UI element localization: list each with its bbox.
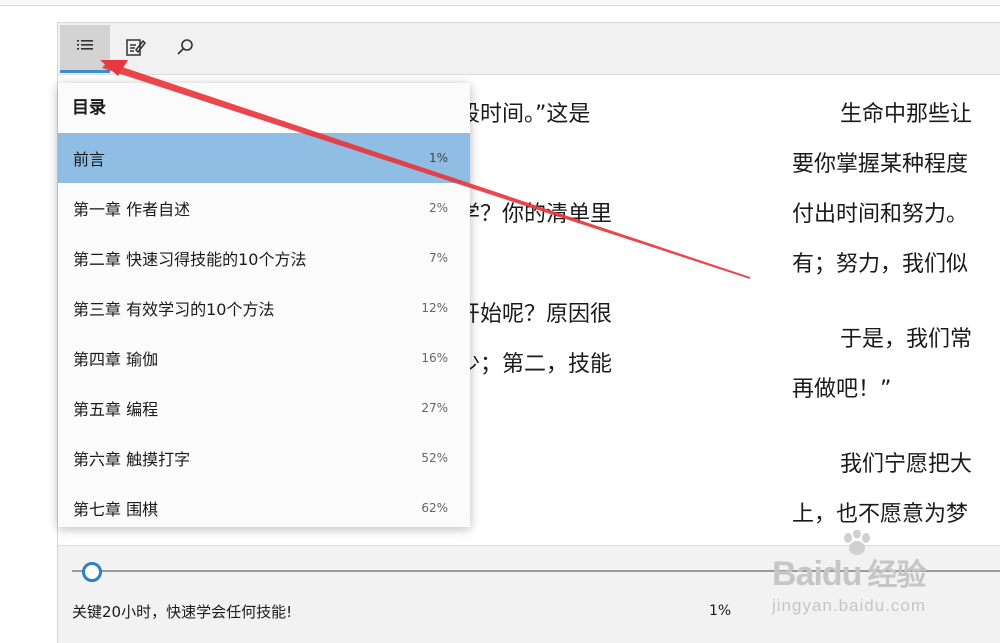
- toc-item-label: 第二章 快速习得技能的10个方法: [73, 250, 307, 269]
- text-line: 付出时间和努力。: [792, 202, 969, 227]
- toc-item-percent: 1%: [428, 151, 448, 165]
- notes-button[interactable]: [110, 25, 160, 73]
- text-line: 段时间。”这是: [458, 102, 591, 127]
- baidu-watermark: Baidu 经验 jingyan.baidu.com: [768, 530, 1000, 642]
- toc-item-percent: 62%: [421, 501, 448, 515]
- toc-item-label: 第一章 作者自述: [73, 200, 191, 219]
- toc-item-label: 第六章 触摸打字: [73, 450, 191, 469]
- watermark-logo-text: Baidu: [772, 555, 862, 593]
- text-line: 于是，我们常: [840, 327, 973, 352]
- toc-item-label: 前言: [73, 150, 106, 169]
- toc-title: 目录: [72, 98, 106, 118]
- watermark-logo: Baidu 经验: [772, 550, 926, 594]
- toc-item-percent: 16%: [421, 351, 448, 365]
- text-line: 少；第二，技能: [458, 352, 613, 377]
- text-line: 再做吧！”: [792, 377, 892, 402]
- toc-item-chapter-6[interactable]: 第六章 触摸打字 52%: [58, 433, 470, 483]
- search-icon: [174, 36, 196, 62]
- text-line: 开始呢？原因很: [458, 302, 613, 327]
- progress-percent: 1%: [709, 603, 732, 619]
- toc-item-percent: 12%: [421, 301, 448, 315]
- toc-item-percent: 52%: [421, 451, 448, 465]
- text-line: 学？你的清单里: [458, 202, 613, 227]
- toc-item-chapter-1[interactable]: 第一章 作者自述 2%: [58, 183, 470, 233]
- text-line: 有；努力，我们似: [792, 252, 969, 277]
- toolbar: [58, 23, 1000, 75]
- text-line: [458, 240, 612, 290]
- top-border: [0, 0, 1000, 6]
- left-page-text: 段时间。”这是 学？你的清单里 开始呢？原因很 少；第二，技能: [458, 90, 612, 390]
- toc-item-chapter-2[interactable]: 第二章 快速习得技能的10个方法 7%: [58, 233, 470, 283]
- toc-item-percent: 7%: [428, 251, 448, 265]
- toc-item-chapter-5[interactable]: 第五章 编程 27%: [58, 383, 470, 433]
- text-line: 生命中那些让: [840, 102, 973, 127]
- toc-item-label: 第三章 有效学习的10个方法: [73, 300, 275, 319]
- toc-item-chapter-4[interactable]: 第四章 瑜伽 16%: [58, 333, 470, 383]
- toc-list-icon: [74, 35, 96, 61]
- text-line: [458, 140, 612, 190]
- toc-panel: 目录 前言 1% 第一章 作者自述 2% 第二章 快速习得技能的10个方法 7%…: [58, 83, 470, 527]
- toc-item-label: 第七章 围棋: [73, 500, 159, 519]
- toc-item-label: 第五章 编程: [73, 400, 159, 419]
- notes-edit-icon: [124, 36, 146, 62]
- toc-item-label: 第四章 瑜伽: [73, 350, 159, 369]
- toc-item-chapter-3[interactable]: 第三章 有效学习的10个方法 12%: [58, 283, 470, 333]
- watermark-logo-cn: 经验: [867, 559, 926, 592]
- toc-item-percent: 27%: [421, 401, 448, 415]
- search-button[interactable]: [160, 25, 210, 73]
- toc-item-percent: 2%: [428, 201, 448, 215]
- right-page-text: 生命中那些让 要你掌握某种程度 付出时间和努力。 有；努力，我们似 于是，我们常…: [792, 90, 972, 540]
- text-line: 要你掌握某种程度: [792, 152, 969, 177]
- progress-slider-thumb[interactable]: [82, 562, 102, 582]
- book-title: 关键20小时，快速学会任何技能!: [72, 603, 293, 621]
- text-line: 我们宁愿把大: [840, 452, 973, 477]
- toc-button[interactable]: [60, 25, 110, 73]
- toc-item-preface[interactable]: 前言 1%: [58, 133, 470, 183]
- toc-item-chapter-7[interactable]: 第七章 围棋 62%: [58, 483, 470, 527]
- watermark-url: jingyan.baidu.com: [772, 596, 927, 615]
